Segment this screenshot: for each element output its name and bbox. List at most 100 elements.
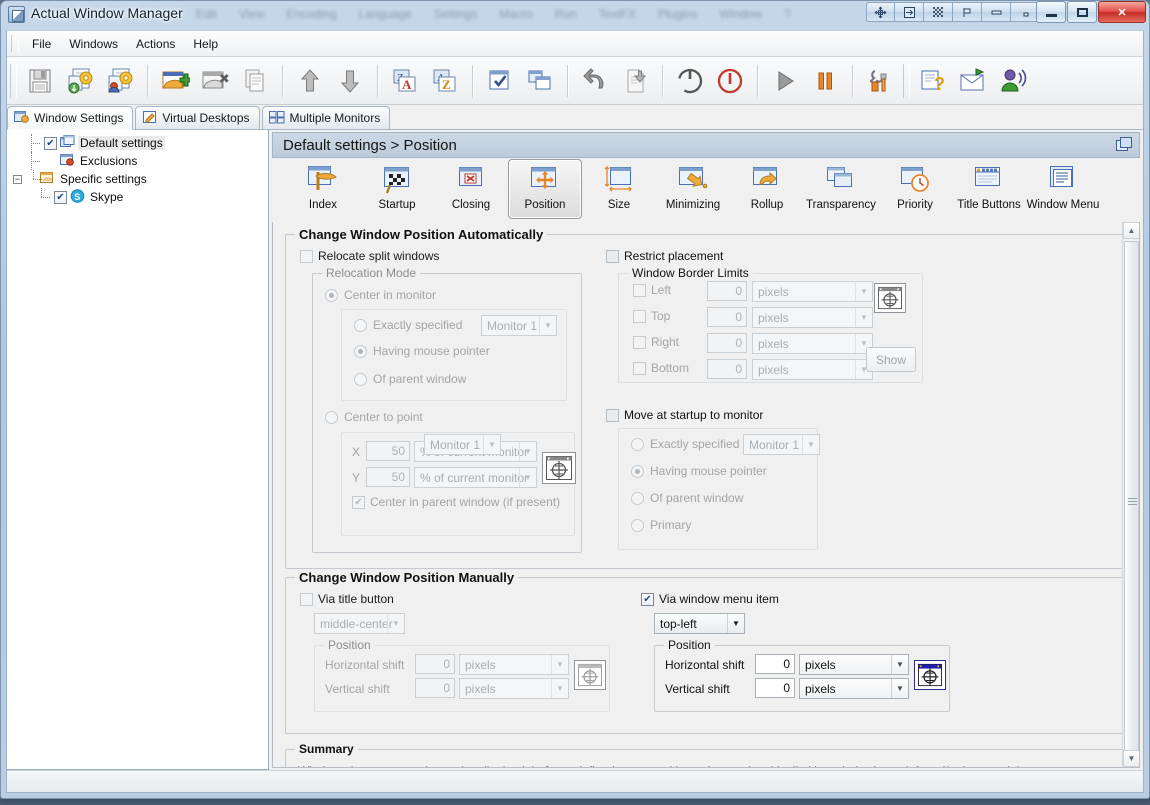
vertical-shift-input[interactable]: 0 (415, 678, 455, 698)
startup-primary-radio[interactable]: Primary (631, 518, 691, 532)
horizontal-shift-unit-select[interactable]: pixels ▼ (459, 654, 569, 675)
email-support-icon[interactable] (953, 61, 993, 101)
reset-defaults-icon[interactable] (615, 61, 655, 101)
tree-item-skype[interactable]: ✔ S Skype (9, 188, 266, 206)
minimize-button[interactable] (1036, 1, 1066, 23)
menu-item-help[interactable]: Help (184, 34, 227, 54)
via-title-button-checkbox[interactable]: Via title button (300, 592, 394, 606)
sort-ascending-icon[interactable]: A Z (425, 61, 465, 101)
category-priority[interactable]: Priority (878, 159, 952, 219)
center-to-point-radio[interactable]: Center to point (325, 410, 423, 424)
category-size[interactable]: Size (582, 159, 656, 219)
menu-bar[interactable]: File Windows Actions Help (7, 31, 1143, 56)
new-item-icon[interactable] (155, 61, 195, 101)
tree-item-exclusions[interactable]: Exclusions (9, 152, 266, 170)
exactly-specified-radio[interactable]: Exactly specified (354, 318, 462, 332)
limit-right-unit-select[interactable]: pixels ▼ (752, 333, 873, 354)
move-window-caption-icon[interactable] (866, 2, 895, 22)
content-scrollbar[interactable]: ▲ ▼ (1122, 222, 1139, 767)
category-title-buttons[interactable]: Title Buttons (952, 159, 1026, 219)
startup-having-mouse-pointer-radio[interactable]: Having mouse pointer (631, 464, 767, 478)
tab-multiple-monitors[interactable]: Multiple Monitors (261, 106, 391, 129)
shutdown-icon[interactable] (710, 61, 750, 101)
delete-item-icon[interactable] (195, 61, 235, 101)
scroll-down-button[interactable]: ▼ (1123, 750, 1139, 767)
toolbar-grip-2[interactable] (903, 63, 910, 98)
tab-window-settings[interactable]: Window Settings (7, 106, 134, 130)
monitor-select-auto[interactable]: Monitor 1 ▼ (481, 315, 557, 336)
category-index[interactable]: Index (286, 159, 360, 219)
vertical-shift-unit-select[interactable]: pixels ▼ (799, 678, 909, 699)
border-limits-picker-button[interactable] (874, 283, 906, 313)
tab-strip[interactable]: Window Settings Virtual Desktops Multipl… (7, 106, 1143, 130)
move-down-icon[interactable] (330, 61, 370, 101)
transparency-caption-icon[interactable] (924, 2, 953, 22)
start-icon[interactable] (765, 61, 805, 101)
limit-top-checkbox[interactable]: Top (633, 309, 670, 323)
menu-grip[interactable] (11, 35, 19, 52)
move-at-startup-checkbox[interactable]: Move at startup to monitor (606, 408, 763, 422)
limit-bottom-checkbox[interactable]: Bottom (633, 361, 689, 375)
startup-of-parent-window-radio[interactable]: Of parent window (631, 491, 743, 505)
center-in-parent-window-checkbox[interactable]: ✔ Center in parent window (if present) (352, 495, 560, 509)
startup-monitor-select[interactable]: Monitor 1 ▼ (424, 434, 501, 455)
category-minimizing[interactable]: Minimizing (656, 159, 730, 219)
move-up-icon[interactable] (290, 61, 330, 101)
maximize-button[interactable] (1067, 1, 1097, 23)
main-toolbar[interactable]: Z A A Z (7, 57, 1143, 105)
power-off-icon[interactable] (670, 61, 710, 101)
y-unit-select[interactable]: % of current monitor ▼ (414, 467, 537, 488)
extra-caption-buttons[interactable] (866, 2, 1040, 22)
limit-bottom-input[interactable]: 0 (707, 359, 747, 379)
send-to-desktop-caption-icon[interactable] (895, 2, 924, 22)
tree-item-default-settings[interactable]: ✔ Default settings (9, 134, 266, 152)
tree-checkbox[interactable]: ✔ (54, 190, 67, 204)
category-transparency[interactable]: Transparency (804, 159, 878, 219)
restore-pane-icon[interactable] (1115, 136, 1134, 155)
title-button-alignment-select[interactable]: middle-center ▼ (314, 613, 405, 634)
tree-checkbox[interactable]: ✔ (44, 136, 57, 150)
save-settings-icon[interactable] (20, 61, 60, 101)
configure-icon[interactable] (860, 61, 900, 101)
rollup-caption-icon[interactable] (982, 2, 1011, 22)
export-settings-icon[interactable] (100, 61, 140, 101)
category-closing[interactable]: Closing (434, 159, 508, 219)
limit-top-unit-select[interactable]: pixels ▼ (752, 307, 873, 328)
copy-item-icon[interactable] (235, 61, 275, 101)
live-support-icon[interactable] (993, 61, 1033, 101)
menu-item-actions[interactable]: Actions (127, 34, 184, 54)
limit-bottom-unit-select[interactable]: pixels ▼ (752, 359, 873, 380)
system-buttons[interactable]: ✕ (1035, 1, 1146, 23)
title-button-position-picker[interactable] (574, 660, 606, 690)
startup-monitor-select-visible[interactable]: Monitor 1 ▼ (743, 434, 820, 455)
y-value-input[interactable]: 50 (366, 467, 410, 487)
scroll-thumb[interactable] (1124, 241, 1139, 761)
show-borders-button[interactable]: Show (866, 347, 916, 372)
settings-tree[interactable]: ✔ Default settings Exclusions − Specific… (7, 130, 268, 210)
x-value-input[interactable]: 50 (366, 441, 410, 461)
settings-tree-pane[interactable]: ✔ Default settings Exclusions − Specific… (7, 130, 269, 770)
horizontal-shift-unit-select[interactable]: pixels ▼ (799, 654, 909, 675)
category-position[interactable]: Position (508, 159, 582, 219)
menu-item-file[interactable]: File (23, 34, 60, 54)
relocate-split-windows-checkbox[interactable]: Relocate split windows (300, 249, 439, 263)
having-mouse-pointer-radio[interactable]: Having mouse pointer (354, 344, 490, 358)
pin-window-caption-icon[interactable] (953, 2, 982, 22)
limit-top-input[interactable]: 0 (707, 307, 747, 327)
menu-item-alignment-select[interactable]: top-left ▼ (654, 613, 745, 634)
limit-left-checkbox[interactable]: Left (633, 283, 671, 297)
category-rollup[interactable]: Rollup (730, 159, 804, 219)
horizontal-shift-input[interactable]: 0 (755, 654, 795, 674)
undo-icon[interactable] (575, 61, 615, 101)
toolbar-grip[interactable] (10, 63, 17, 98)
apply-to-all-icon[interactable] (520, 61, 560, 101)
import-settings-icon[interactable] (60, 61, 100, 101)
startup-exactly-specified-radio[interactable]: Exactly specified (631, 437, 739, 451)
tab-virtual-desktops[interactable]: Virtual Desktops (135, 106, 260, 129)
help-icon[interactable]: ? (913, 61, 953, 101)
of-parent-window-radio[interactable]: Of parent window (354, 372, 466, 386)
vertical-shift-unit-select[interactable]: pixels ▼ (459, 678, 569, 699)
restrict-placement-checkbox[interactable]: Restrict placement (606, 249, 723, 263)
tree-expander[interactable]: − (13, 174, 22, 184)
category-startup[interactable]: Startup (360, 159, 434, 219)
